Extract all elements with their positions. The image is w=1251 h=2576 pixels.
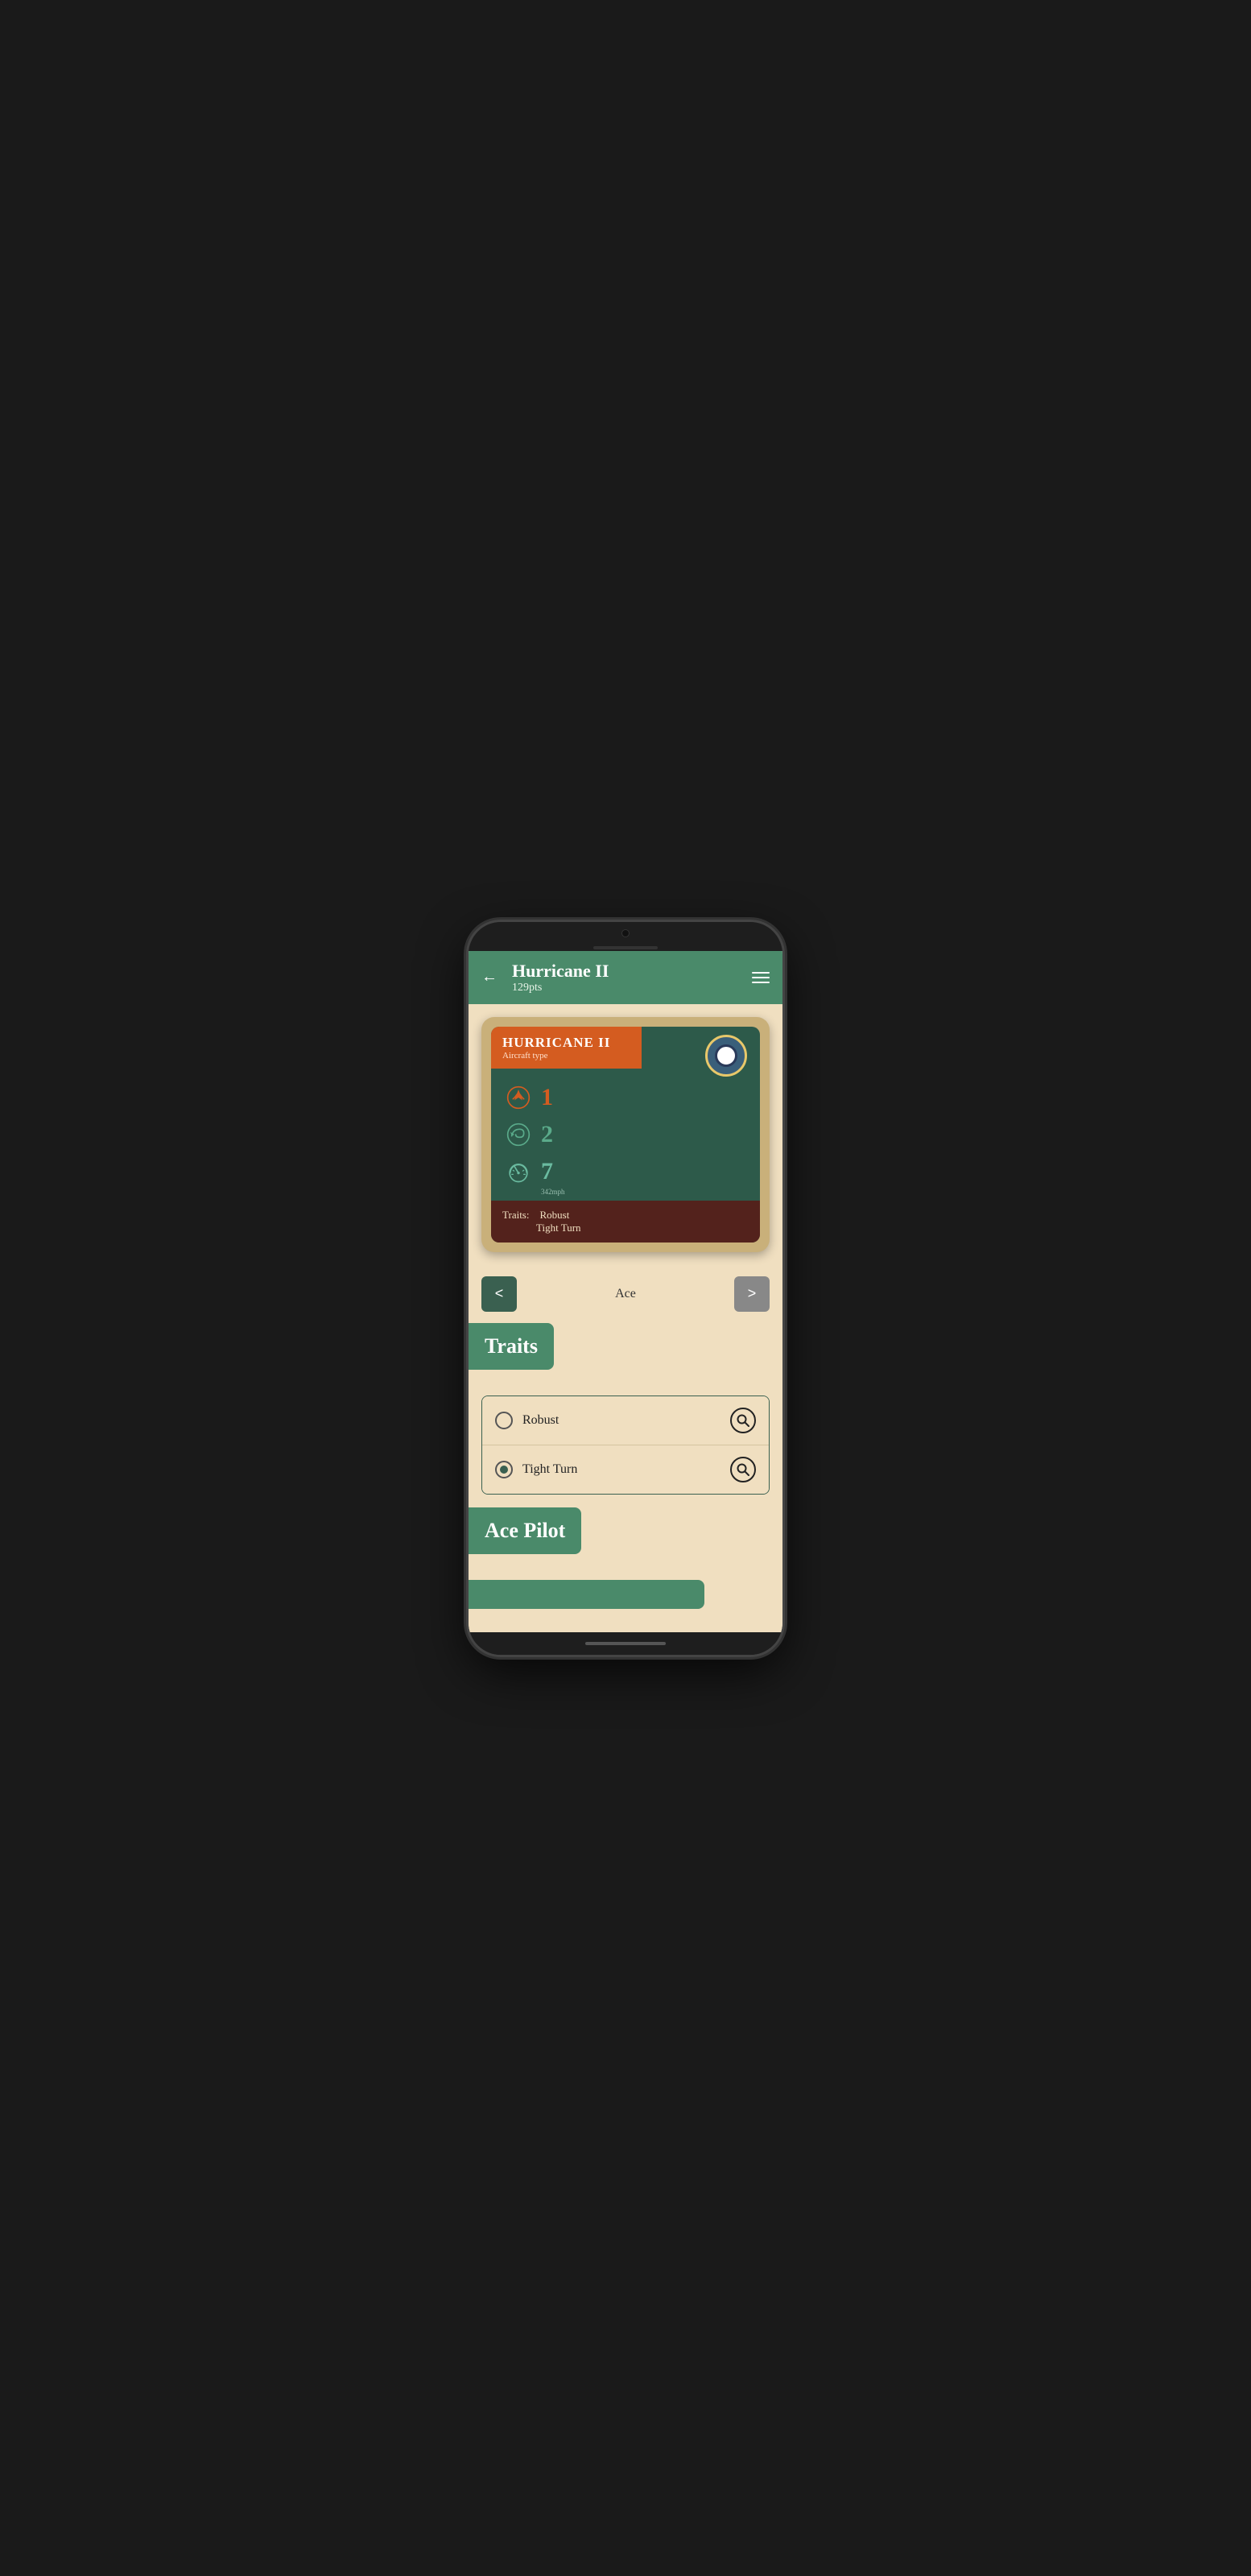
trait-left-robust: Robust: [495, 1412, 559, 1429]
bottom-section-bar: [469, 1580, 704, 1609]
page-points: 129pts: [512, 982, 747, 994]
trait-name-robust: Robust: [522, 1413, 559, 1428]
next-button[interactable]: >: [734, 1276, 770, 1312]
phone-frame: ← Hurricane II 129pts HURRICANE II: [469, 922, 782, 1655]
card-stats: 1 2: [491, 1077, 760, 1201]
stat-row-speed: 7: [504, 1157, 747, 1186]
phone-top-bar: [469, 922, 782, 945]
radio-robust[interactable]: [495, 1412, 513, 1429]
menu-icon-line3: [752, 982, 770, 983]
maneuver-icon: [504, 1120, 533, 1149]
card-traits-overlay: Traits: Robust Tight Turn: [491, 1201, 760, 1243]
home-bar: [585, 1642, 666, 1645]
radio-inner-tight-turn: [500, 1466, 508, 1474]
attack-icon: [504, 1083, 533, 1112]
stat-maneuver-value: 2: [541, 1121, 553, 1148]
traits-label-text: Traits: [485, 1334, 538, 1358]
prev-button[interactable]: <: [481, 1276, 517, 1312]
bottom-hint-section: [469, 1580, 782, 1613]
card-title-banner: HURRICANE II Aircraft type: [491, 1027, 642, 1069]
search-robust-button[interactable]: [730, 1408, 756, 1433]
stat-row-maneuver: 2: [504, 1120, 747, 1149]
roundel-icon: [705, 1035, 747, 1077]
card-trait2: Tight Turn: [536, 1222, 581, 1234]
menu-button[interactable]: [747, 972, 770, 983]
ace-label-text: Ace Pilot: [485, 1519, 565, 1542]
nav-row: < Ace >: [469, 1265, 782, 1323]
back-button[interactable]: ←: [481, 968, 506, 986]
app-container: ← Hurricane II 129pts HURRICANE II: [469, 951, 782, 1632]
card-title: HURRICANE II: [502, 1035, 630, 1051]
card-outer: HURRICANE II Aircraft type: [481, 1017, 770, 1252]
stat-attack-value: 1: [541, 1084, 553, 1111]
traits-section-label: Traits: [469, 1323, 554, 1370]
traits-list: Robust Tight Turn: [481, 1396, 770, 1495]
trait-item-robust[interactable]: Robust: [482, 1396, 769, 1445]
menu-icon-line2: [752, 977, 770, 978]
radio-tight-turn[interactable]: [495, 1461, 513, 1478]
ace-section-label: Ace Pilot: [469, 1507, 581, 1554]
stat-row-attack: 1: [504, 1083, 747, 1112]
search-tight-turn-button[interactable]: [730, 1457, 756, 1482]
traits-section: Traits Robust: [469, 1323, 782, 1495]
card-wrapper: HURRICANE II Aircraft type: [469, 1004, 782, 1265]
trait-item-tight-turn[interactable]: Tight Turn: [482, 1445, 769, 1494]
phone-speaker: [469, 945, 782, 951]
speed-label: 342mph: [504, 1188, 747, 1201]
nav-current-label: Ace: [615, 1287, 636, 1301]
card-traits-text: Traits: Robust Tight Turn: [502, 1209, 749, 1234]
ace-section: Ace Pilot: [469, 1507, 782, 1567]
trait-left-tight-turn: Tight Turn: [495, 1461, 577, 1478]
stat-speed-value: 7: [541, 1158, 553, 1185]
speaker-grill: [593, 946, 658, 949]
phone-camera: [621, 929, 630, 937]
aircraft-card: HURRICANE II Aircraft type: [491, 1027, 760, 1243]
roundel-inner: [715, 1044, 737, 1067]
speed-icon: [504, 1157, 533, 1186]
trait-name-tight-turn: Tight Turn: [522, 1462, 577, 1477]
app-header: ← Hurricane II 129pts: [469, 951, 782, 1004]
page-title: Hurricane II: [512, 961, 747, 982]
menu-icon-line1: [752, 972, 770, 974]
header-title-block: Hurricane II 129pts: [506, 961, 747, 994]
card-trait1: Robust: [539, 1209, 569, 1221]
stat-row-speed-wrapper: 7 342mph: [504, 1157, 747, 1201]
card-subtitle: Aircraft type: [502, 1051, 630, 1061]
traits-label: Traits:: [502, 1209, 529, 1221]
phone-bottom-bar: [469, 1632, 782, 1655]
